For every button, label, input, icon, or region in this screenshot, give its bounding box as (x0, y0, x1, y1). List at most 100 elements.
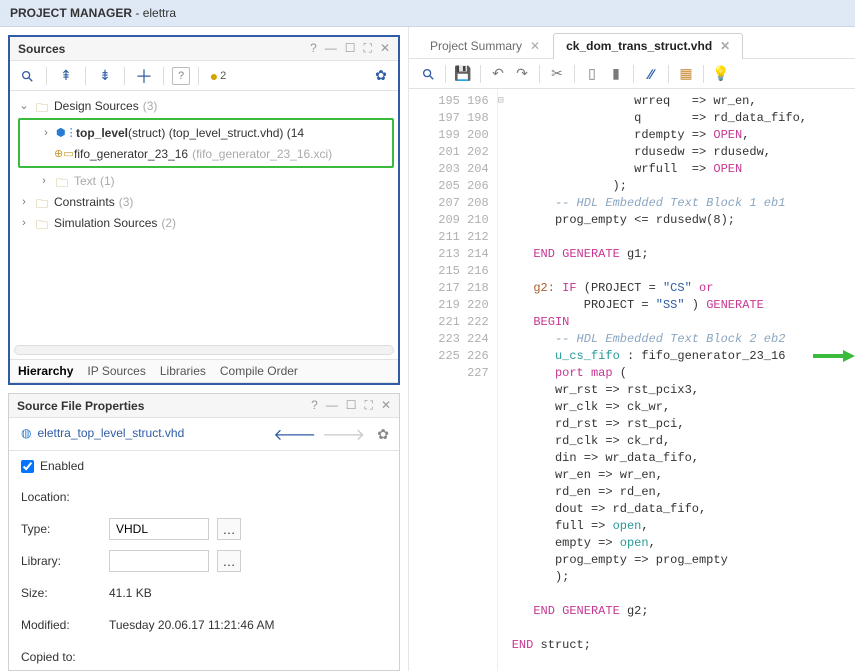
tree-fifo-gen[interactable]: ⊕▭ fifo_generator_23_16 (fifo_generator_… (20, 143, 390, 164)
line-gutter: 195 196 197 198 199 200 201 202 203 204 … (409, 89, 498, 671)
tree-count: (2) (161, 216, 176, 230)
help-icon[interactable]: ? (310, 41, 317, 56)
library-browse-button[interactable]: … (217, 550, 241, 572)
close-icon[interactable]: ✕ (381, 398, 391, 413)
props-filename: elettra_top_level_struct.vhd (37, 426, 184, 440)
redo-icon[interactable]: ↷ (511, 63, 533, 85)
settings-icon[interactable]: ✿ (370, 65, 392, 87)
enabled-label: Enabled (40, 459, 84, 473)
type-label: Type: (21, 522, 101, 536)
editor-panel: Project Summary ✕ ck_dom_trans_struct.vh… (408, 27, 855, 671)
tab-compile-order[interactable]: Compile Order (220, 364, 298, 378)
sources-tree: ⌄ 🗀 Design Sources (3) › ⬢⋮ top_level(st… (10, 91, 398, 345)
type-browse-button[interactable]: … (217, 518, 241, 540)
warn-count: 2 (220, 70, 226, 82)
tree-count: (3) (119, 195, 134, 209)
ip-icon: ⊕▭ (54, 147, 70, 161)
sources-panel: Sources ? — ☐ ⛶ ✕ ⇞ ⇟ ＋ ? (8, 35, 400, 385)
size-value: 41.1 KB (109, 586, 152, 600)
location-label: Location: (21, 490, 101, 504)
title-bar: PROJECT MANAGER - elettra (0, 0, 855, 27)
design-sources-highlight: › ⬢⋮ top_level(struct) (top_level_struct… (18, 118, 394, 168)
tree-top-level[interactable]: › ⬢⋮ top_level(struct) (top_level_struct… (20, 122, 390, 143)
search-icon[interactable] (16, 65, 38, 87)
tree-label: Constraints (54, 195, 115, 209)
save-icon[interactable]: 💾 (452, 63, 474, 85)
search-icon[interactable] (417, 63, 439, 85)
copied-label: Copied to: (21, 650, 101, 664)
warnings-icon[interactable]: ●2 (207, 65, 229, 87)
tree-constraints[interactable]: › 🗀 Constraints (3) (18, 191, 398, 212)
expand-all-icon[interactable]: ⇟ (94, 65, 116, 87)
titlebar-project: elettra (143, 6, 176, 20)
titlebar-prefix: PROJECT MANAGER (10, 6, 132, 20)
tree-design-sources[interactable]: ⌄ 🗀 Design Sources (3) (18, 95, 398, 116)
folder-icon: 🗀 (54, 174, 70, 188)
collapse-all-icon[interactable]: ⇞ (55, 65, 77, 87)
modified-value: Tuesday 20.06.17 11:21:46 AM (109, 618, 274, 632)
tree-label: Design Sources (54, 99, 139, 113)
tab-hierarchy[interactable]: Hierarchy (18, 364, 73, 378)
maximize-icon[interactable]: ☐ (345, 41, 356, 56)
sources-tabs: Hierarchy IP Sources Libraries Compile O… (10, 359, 398, 383)
tree-label: Text (74, 174, 96, 188)
lightbulb-icon[interactable]: 💡 (710, 63, 732, 85)
copy-icon[interactable]: ▯ (581, 63, 603, 85)
restore-icon[interactable]: ⛶ (364, 41, 372, 56)
tree-label: top_level(struct) (top_level_struct.vhd)… (76, 126, 304, 140)
restore-icon[interactable]: ⛶ (365, 398, 373, 413)
paste-icon[interactable]: ▮ (605, 63, 627, 85)
tree-count: (1) (100, 174, 115, 188)
help-icon[interactable]: ? (311, 398, 318, 413)
hierarchy-icon: ⬢⋮ (56, 126, 72, 140)
expand-icon[interactable]: › (38, 175, 50, 187)
comment-icon[interactable]: ∕∕ (640, 63, 662, 85)
tab-ip-sources[interactable]: IP Sources (87, 364, 145, 378)
prev-file-icon[interactable]: 🡐 (273, 424, 316, 445)
tab-libraries[interactable]: Libraries (160, 364, 206, 378)
titlebar-sep: - (132, 6, 143, 20)
enabled-checkbox[interactable]: Enabled (21, 459, 387, 473)
close-icon[interactable]: ✕ (380, 41, 390, 56)
enabled-input[interactable] (21, 460, 34, 473)
props-settings-icon[interactable]: ✿ (377, 426, 389, 443)
expand-icon[interactable]: › (18, 217, 30, 229)
code-body[interactable]: wrreq => wr_en, q => rd_data_fifo, rdemp… (504, 89, 855, 671)
undo-icon[interactable]: ↶ (487, 63, 509, 85)
tree-count: (3) (143, 99, 158, 113)
tab-vhd-file[interactable]: ck_dom_trans_struct.vhd ✕ (553, 33, 743, 59)
cut-icon[interactable]: ✂ (546, 63, 568, 85)
help-box-icon[interactable]: ? (172, 67, 190, 85)
size-label: Size: (21, 586, 101, 600)
tab-label: Project Summary (430, 39, 522, 53)
add-source-icon[interactable]: ＋ (133, 65, 155, 87)
maximize-icon[interactable]: ☐ (346, 398, 357, 413)
folder-icon: 🗀 (34, 195, 50, 209)
library-input[interactable] (109, 550, 209, 572)
minimize-icon[interactable]: — (326, 398, 338, 413)
minimize-icon[interactable]: — (325, 41, 337, 56)
sources-title: Sources (18, 42, 65, 56)
tree-label: fifo_generator_23_16 (74, 147, 188, 161)
expand-icon[interactable]: › (40, 127, 52, 139)
folder-icon: 🗀 (34, 99, 50, 113)
type-input[interactable] (109, 518, 209, 540)
tree-sub: (fifo_generator_23_16.xci) (192, 147, 332, 161)
tab-close-icon[interactable]: ✕ (720, 39, 730, 53)
tree-text[interactable]: › 🗀 Text (1) (18, 170, 398, 191)
tab-close-icon[interactable]: ✕ (530, 39, 540, 53)
props-title: Source File Properties (17, 399, 144, 413)
column-select-icon[interactable]: ▦ (675, 63, 697, 85)
next-file-icon[interactable]: 🡒 (322, 424, 365, 445)
h-scrollbar[interactable] (10, 345, 398, 359)
code-editor[interactable]: 195 196 197 198 199 200 201 202 203 204 … (409, 89, 855, 671)
library-label: Library: (21, 554, 101, 568)
expand-icon[interactable]: › (18, 196, 30, 208)
modified-label: Modified: (21, 618, 101, 632)
expand-icon[interactable]: ⌄ (18, 99, 30, 112)
tab-label: ck_dom_trans_struct.vhd (566, 39, 712, 53)
file-icon: ◍ (21, 426, 31, 440)
tab-project-summary[interactable]: Project Summary ✕ (417, 33, 553, 59)
tree-sim-sources[interactable]: › 🗀 Simulation Sources (2) (18, 212, 398, 233)
properties-panel: Source File Properties ? — ☐ ⛶ ✕ ◍ elett… (8, 393, 400, 671)
